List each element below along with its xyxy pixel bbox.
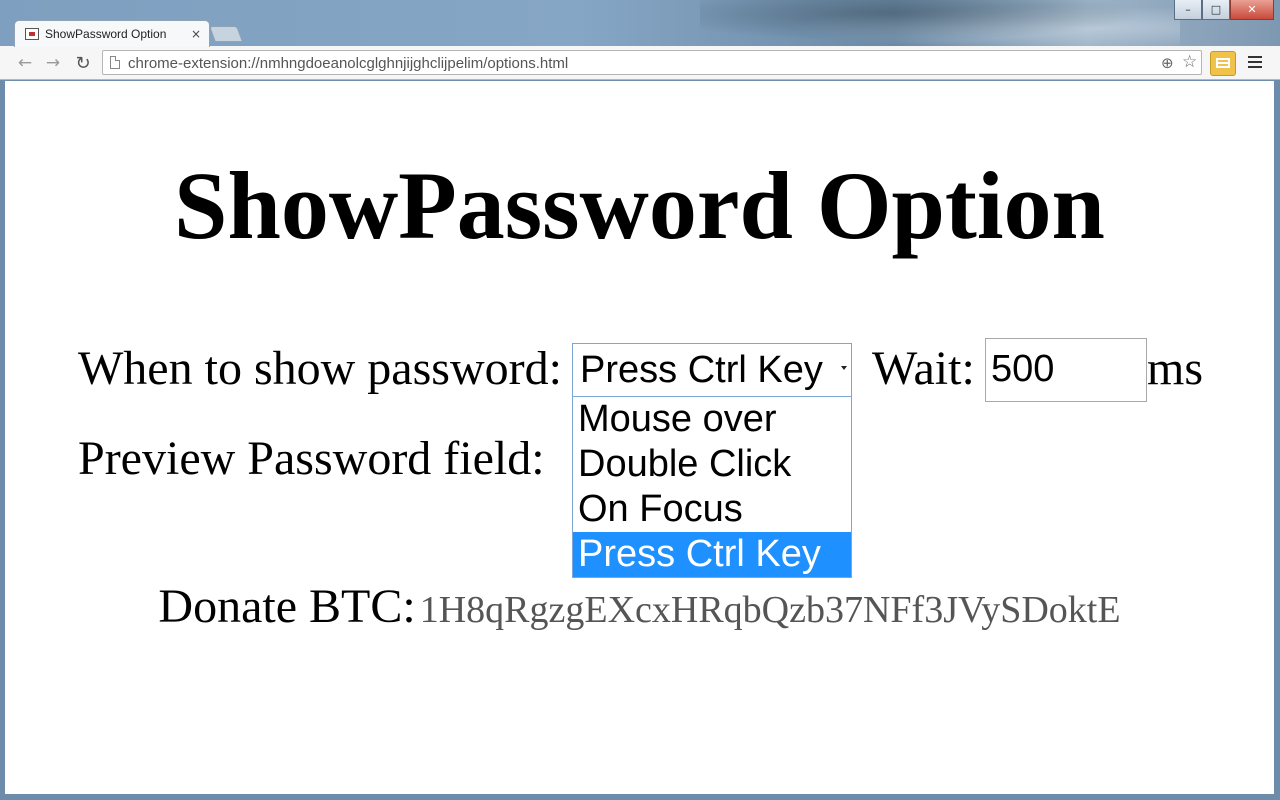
back-icon[interactable]: ← <box>14 52 36 74</box>
when-to-show-label: When to show password: <box>78 342 562 395</box>
wait-label: Wait: <box>872 342 975 395</box>
browser-tab[interactable]: ShowPassword Option × <box>14 20 210 47</box>
dropdown-arrow-icon <box>841 366 847 370</box>
tab-title: ShowPassword Option <box>45 27 167 41</box>
minimize-button[interactable]: – <box>1174 0 1202 20</box>
extension-page-icon <box>25 28 39 40</box>
option-double-click[interactable]: Double Click <box>573 442 851 487</box>
window-controls: – □ ✕ <box>1174 0 1274 20</box>
show-mode-select[interactable]: Press Ctrl Key <box>572 343 852 397</box>
close-window-button[interactable]: ✕ <box>1230 0 1274 20</box>
preview-password-label: Preview Password field: <box>78 432 545 485</box>
btc-address: 1H8qRgzgEXcxHRqbQzb37NFf3JVySDoktE <box>419 589 1121 631</box>
wait-ms-input[interactable]: 500 <box>985 338 1147 402</box>
url-text[interactable]: chrome-extension://nmhngdoeanolcglghnjij… <box>128 55 568 72</box>
forward-icon[interactable]: → <box>42 52 64 74</box>
tab-close-icon[interactable]: × <box>191 27 201 41</box>
window-border-right <box>1274 80 1280 794</box>
maximize-button[interactable]: □ <box>1202 0 1230 20</box>
browser-toolbar: ← → ↻ chrome-extension://nmhngdoeanolcgl… <box>0 46 1280 80</box>
show-mode-options: Mouse over Double Click On Focus Press C… <box>572 397 852 578</box>
option-on-focus[interactable]: On Focus <box>573 487 851 532</box>
donate-label: Donate BTC: <box>158 580 416 633</box>
window-border-bottom <box>0 794 1280 800</box>
address-bar[interactable]: chrome-extension://nmhngdoeanolcglghnjij… <box>102 50 1202 75</box>
zoom-icon[interactable]: ⊕ <box>1161 54 1174 72</box>
option-press-ctrl-key[interactable]: Press Ctrl Key <box>573 532 851 577</box>
reload-icon[interactable]: ↻ <box>72 52 94 74</box>
menu-icon[interactable] <box>1248 54 1262 70</box>
wait-unit-label: ms <box>1147 342 1204 395</box>
close-icon: ✕ <box>1247 3 1257 16</box>
option-mouse-over[interactable]: Mouse over <box>573 397 851 442</box>
minimize-icon: – <box>1185 3 1191 16</box>
page-icon <box>110 56 120 69</box>
wait-ms-value: 500 <box>991 348 1055 390</box>
star-icon[interactable]: ☆ <box>1182 52 1197 72</box>
donate-section: Donate BTC: 1H8qRgzgEXcxHRqbQzb37NFf3JVy… <box>5 579 1274 634</box>
new-tab-button[interactable] <box>209 26 243 42</box>
maximize-icon: □ <box>1210 3 1222 16</box>
select-value: Press Ctrl Key <box>580 349 823 391</box>
page-content: ShowPassword Option When to show passwor… <box>5 81 1274 794</box>
page-title: ShowPassword Option <box>174 152 1105 259</box>
extension-icon[interactable] <box>1210 51 1236 76</box>
